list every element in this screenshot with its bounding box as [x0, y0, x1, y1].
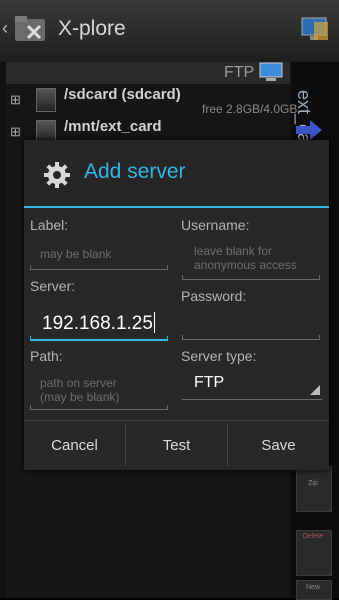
path-input-underline	[30, 405, 168, 410]
test-button[interactable]: Test	[126, 421, 227, 470]
server-type-underline	[182, 399, 322, 400]
arrow-right-icon	[296, 120, 322, 140]
zip-button[interactable]	[296, 466, 332, 512]
save-button[interactable]: Save	[228, 421, 329, 470]
storage-info: free 2.8GB/4.0GB	[202, 102, 298, 116]
dialog-title: Add server	[84, 160, 186, 183]
cancel-button[interactable]: Cancel	[24, 421, 125, 470]
expand-icon[interactable]: ⊞	[10, 124, 21, 140]
expand-icon[interactable]: ⊞	[10, 92, 21, 108]
server-field-label: Server:	[30, 278, 76, 294]
ftp-label: FTP	[224, 64, 255, 81]
app-bar	[0, 0, 339, 62]
computer-icon[interactable]	[300, 16, 330, 44]
server-input[interactable]: 192.168.1.25	[42, 312, 155, 335]
dropdown-triangle-icon	[310, 385, 320, 395]
path-input[interactable]	[30, 370, 168, 410]
app-title: X-plore	[58, 17, 126, 40]
new-label: New	[305, 584, 320, 591]
dialog-divider	[24, 206, 329, 208]
server-value: 192.168.1.25	[42, 313, 153, 334]
password-field-label: Password:	[181, 288, 247, 304]
label-input-underline	[30, 265, 168, 270]
list-item-label[interactable]: /mnt/ext_card	[64, 118, 162, 135]
server-type-label: Server type:	[181, 348, 257, 364]
username-input-underline	[182, 275, 320, 280]
gear-icon	[44, 162, 70, 188]
delete-label: Delete	[302, 533, 324, 540]
password-input-underline	[182, 335, 320, 340]
username-field-label: Username:	[181, 217, 250, 233]
path-field-label: Path:	[30, 348, 63, 364]
back-chevron-icon[interactable]: ‹	[2, 18, 8, 39]
text-caret	[153, 312, 155, 333]
label-field-label: Label:	[30, 217, 69, 233]
zip-label: Zip	[308, 480, 318, 487]
sdcard-icon	[36, 88, 56, 112]
server-type-value: FTP	[194, 374, 225, 391]
folder-tools-icon[interactable]	[14, 14, 50, 44]
server-input-underline	[30, 336, 168, 341]
monitor-icon	[259, 62, 283, 81]
username-input[interactable]	[182, 240, 320, 280]
list-item-label[interactable]: /sdcard (sdcard)	[64, 86, 181, 103]
